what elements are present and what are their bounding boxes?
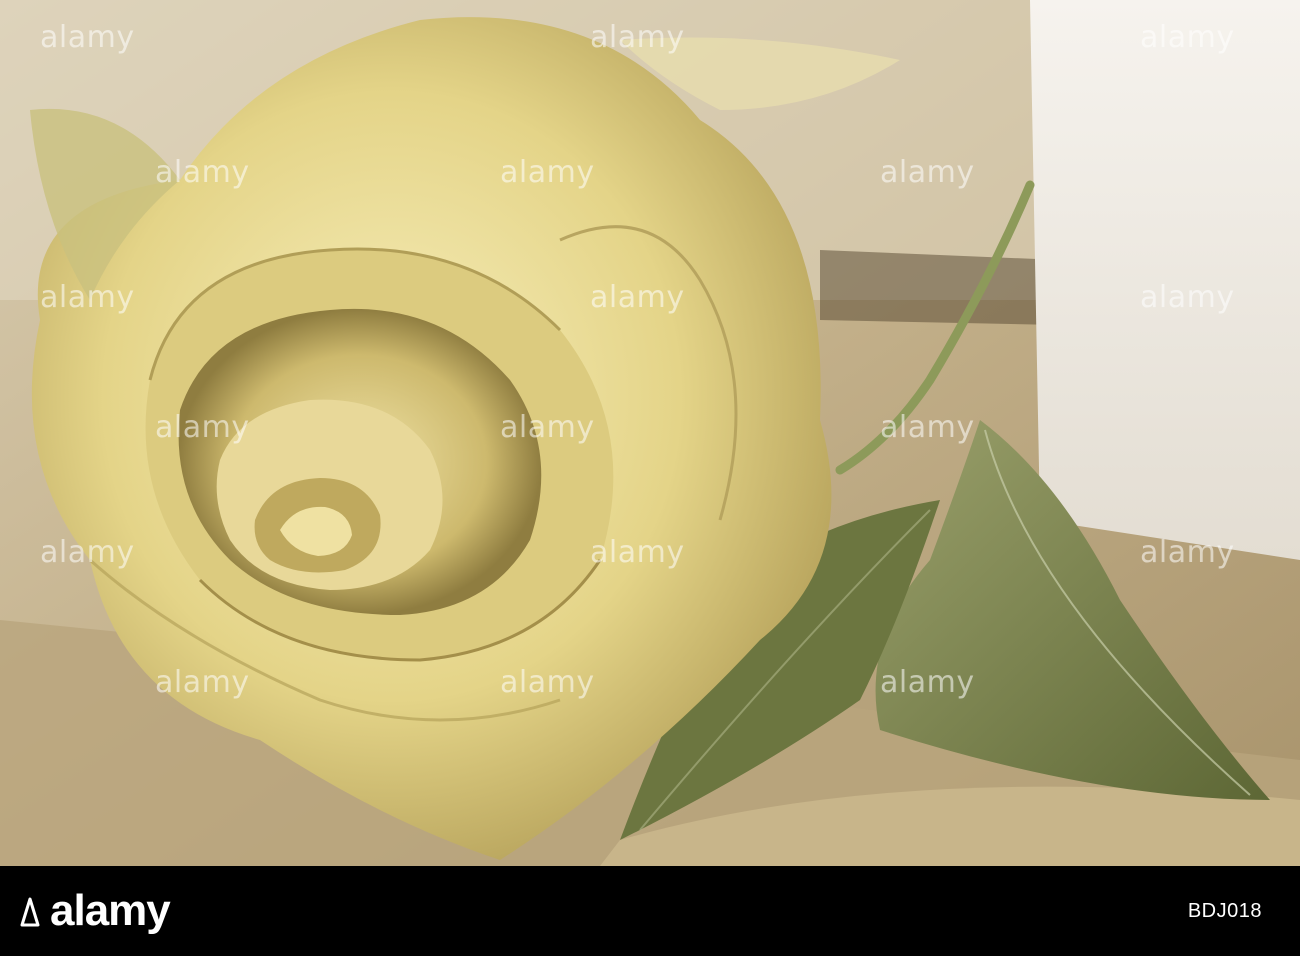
brand-name: alamy: [50, 886, 171, 935]
footer-bar: alamy BDJ018: [0, 866, 1300, 956]
stock-photo: alamy alamy alamy alamy alamy alamy alam…: [0, 0, 1300, 866]
alamy-logo-icon: [20, 897, 40, 927]
dried-rose-illustration: [0, 0, 1300, 866]
image-id: BDJ018: [1187, 900, 1262, 922]
